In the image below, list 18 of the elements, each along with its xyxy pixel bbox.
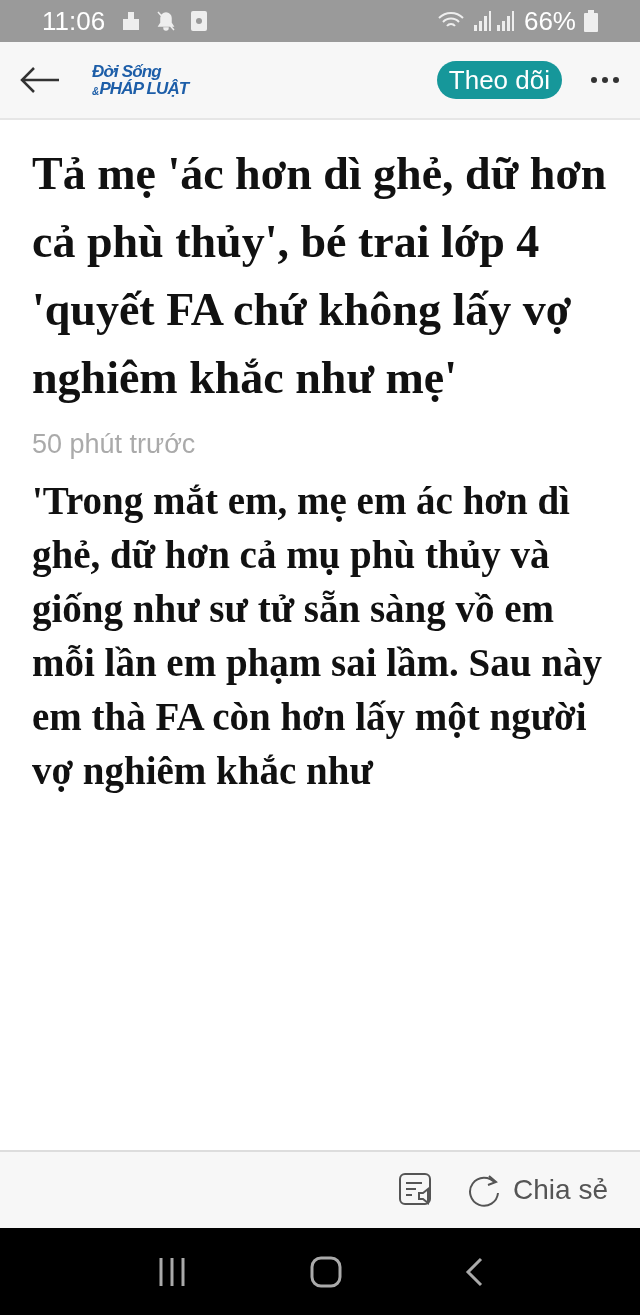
- screenshot-icon: [191, 11, 208, 31]
- article-time: 50 phút trước: [32, 428, 197, 461]
- signal-icon: [471, 11, 516, 31]
- article-title: Tả mẹ 'ác hơn dì ghẻ, dữ hơn cả phù thủy', bé trai lớp 4 'quyết FA chứ không lấy vợ nghiêm khắc như mẹ': [32, 147, 608, 405]
- mute-icon: [157, 11, 176, 31]
- back-nav-icon[interactable]: [464, 1256, 483, 1287]
- follow-button[interactable]: Theo dõi: [436, 61, 562, 99]
- logo: Đời Sống &PHÁP LUẬT: [92, 63, 189, 97]
- article-lead: 'Trong mắt em, mẹ em ác hơn dì ghẻ, dữ hơn cả mụ phù thủy và giống như sư tử sẵn sàng vồ em mỗi lần em phạm sai lầm. Sau này em thà FA còn hơn lấy một người vợ nghiêm khắc như: [32, 478, 603, 795]
- status-time: 11:06: [42, 4, 106, 38]
- home-icon[interactable]: [310, 1255, 342, 1288]
- share-icon: [467, 1173, 502, 1207]
- back-icon[interactable]: [20, 66, 60, 94]
- battery-percent: 66%: [523, 4, 576, 38]
- more-icon[interactable]: [590, 76, 620, 84]
- battery-icon: [584, 10, 598, 32]
- recent-apps-icon[interactable]: [157, 1257, 188, 1286]
- share-button[interactable]: Chia sẻ: [467, 1169, 608, 1211]
